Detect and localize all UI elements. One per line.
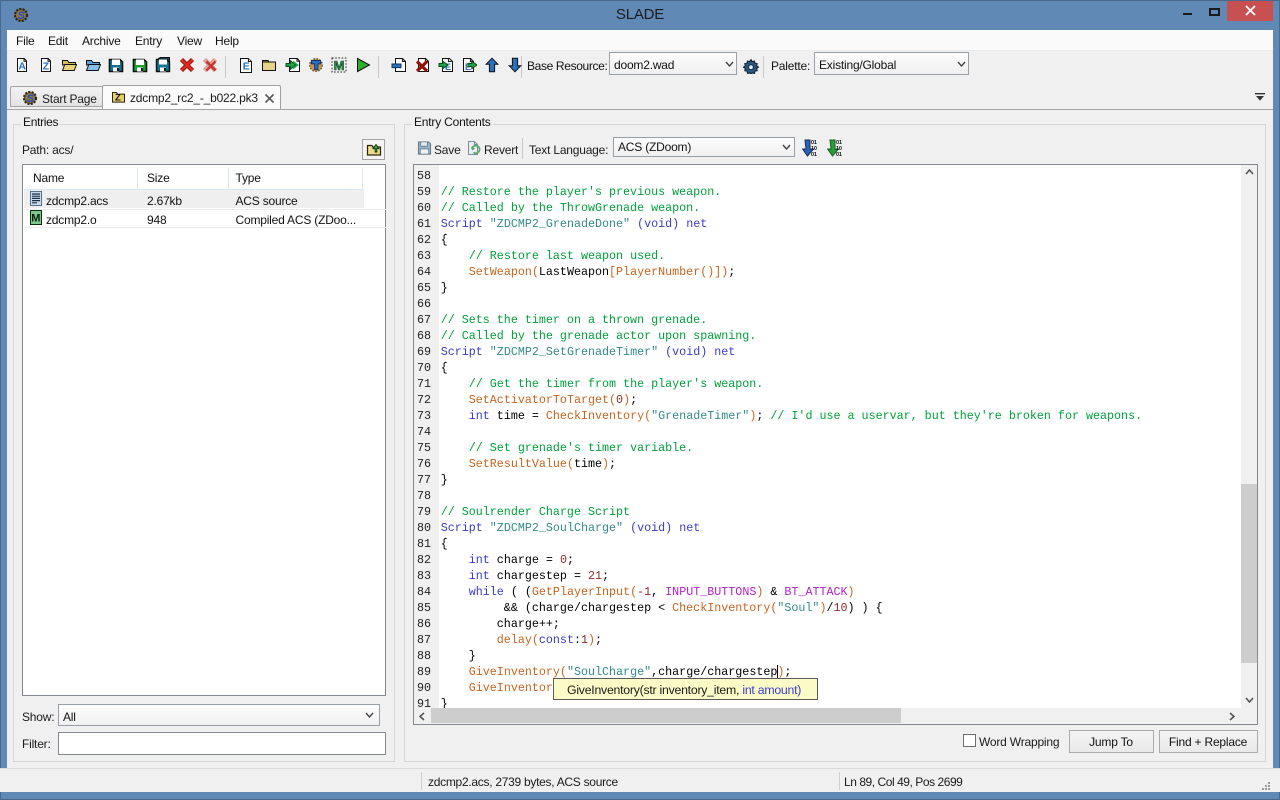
svg-text:Z: Z xyxy=(115,93,121,104)
svg-text:Z: Z xyxy=(43,61,50,73)
svg-text:S: S xyxy=(18,10,26,22)
svg-text:01: 01 xyxy=(836,152,842,157)
svg-text:M: M xyxy=(334,58,345,73)
svg-text:01: 01 xyxy=(811,152,817,157)
svg-text:M: M xyxy=(31,213,40,225)
svg-text:S: S xyxy=(27,93,35,105)
svg-text:A: A xyxy=(18,61,26,73)
svg-text:E: E xyxy=(243,61,250,73)
